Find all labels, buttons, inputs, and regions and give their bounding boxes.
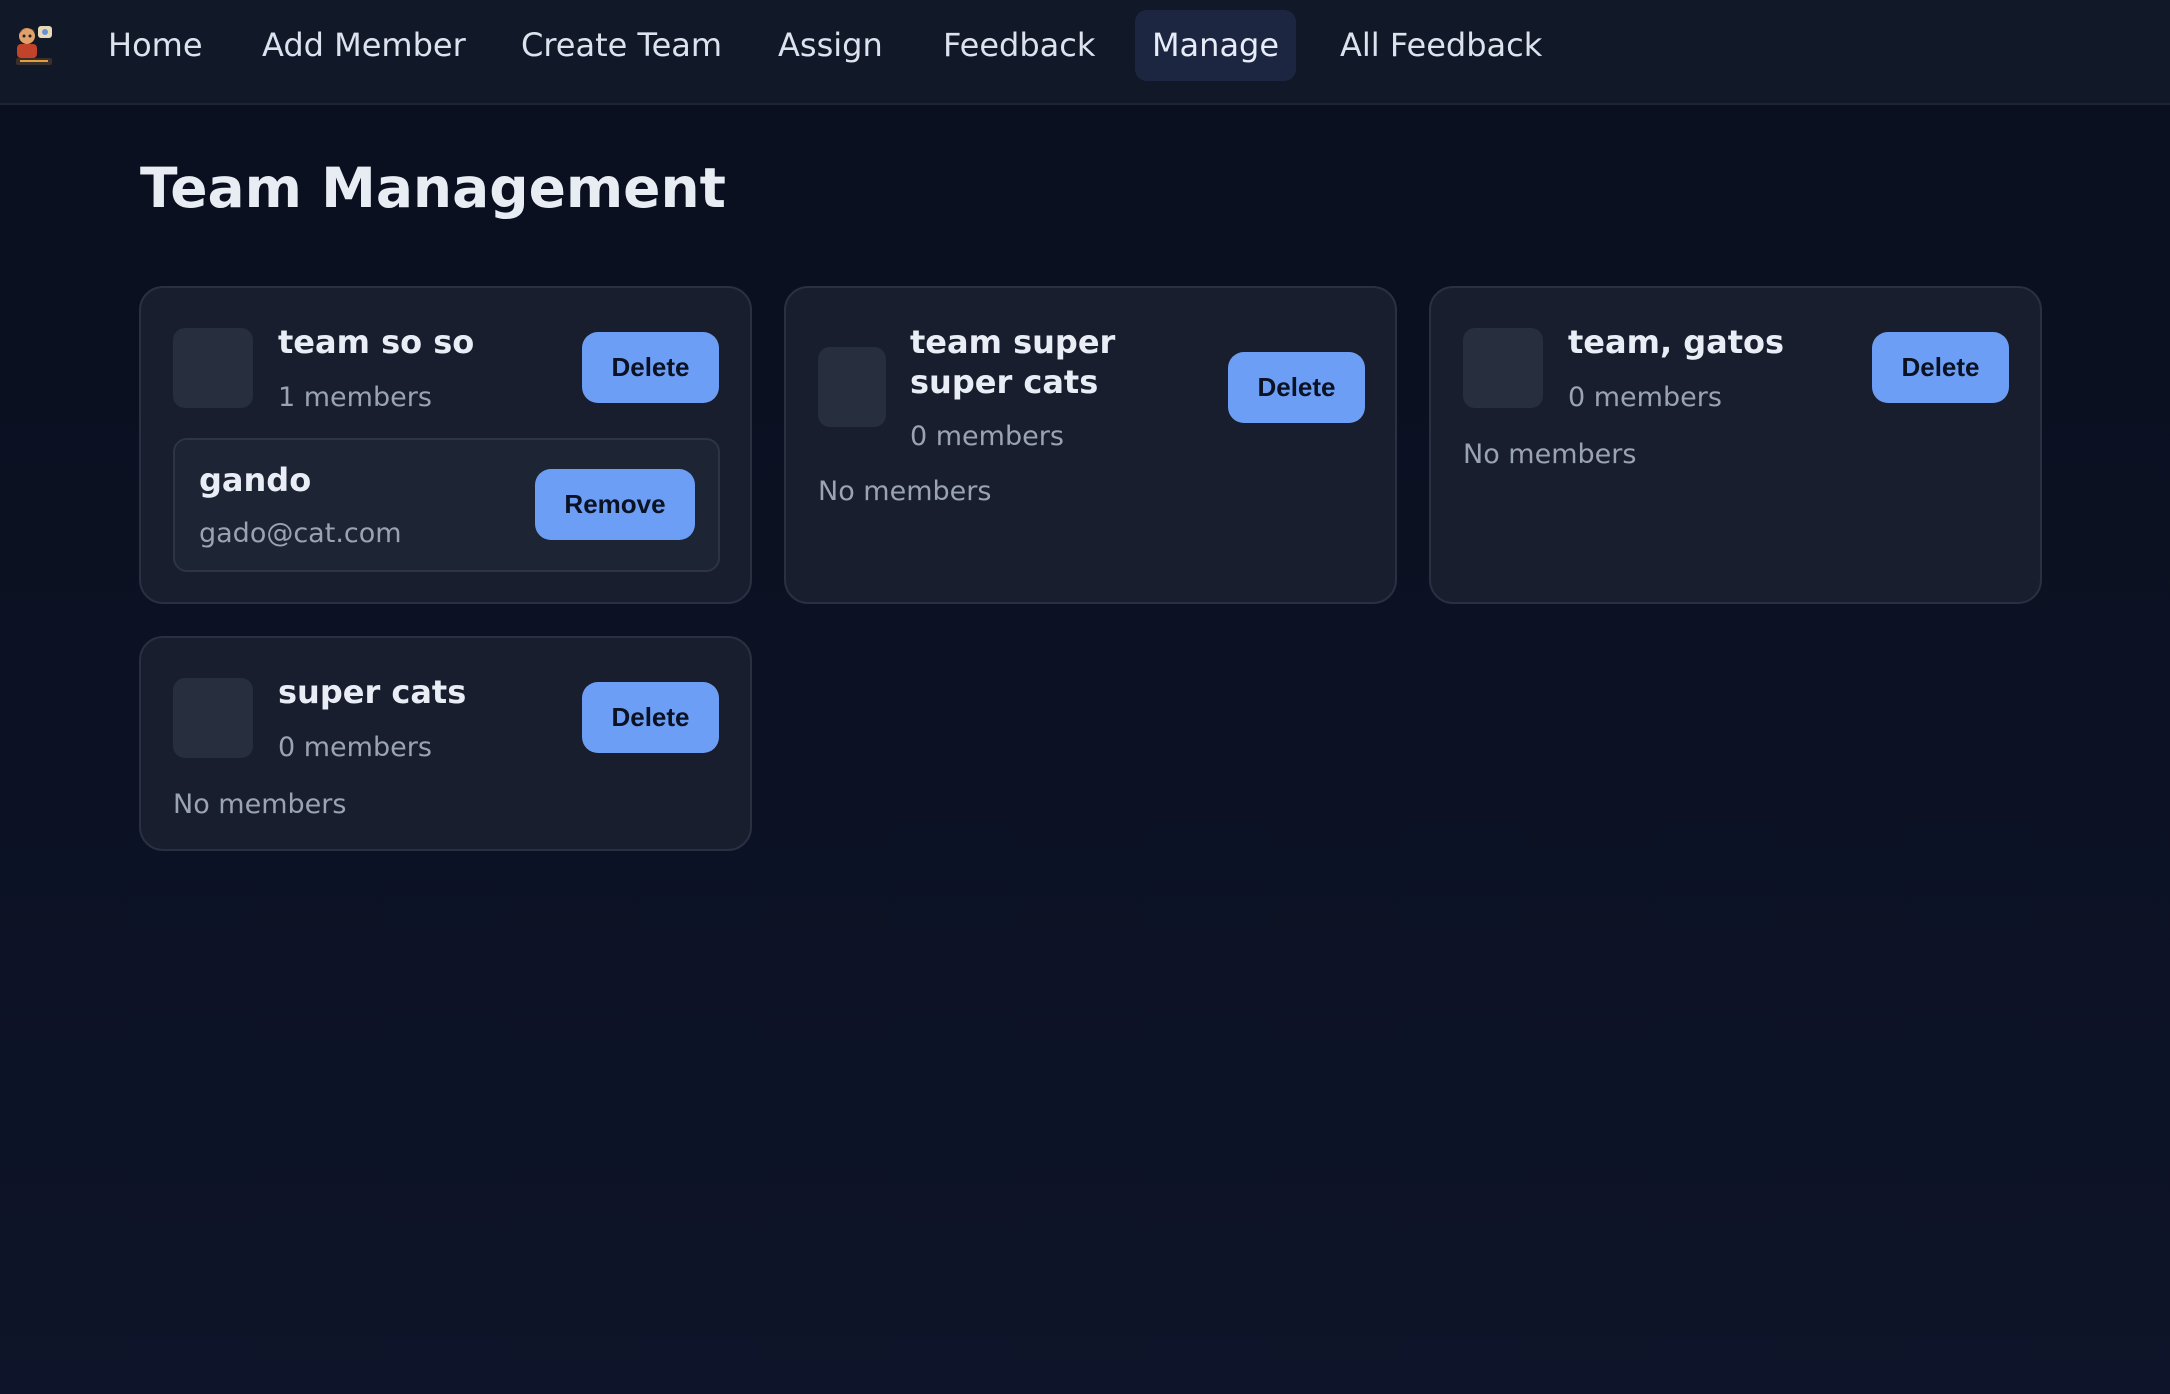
team-card: super cats 0 members Delete No members [139, 636, 752, 851]
team-member-count: 0 members [910, 421, 1064, 452]
team-avatar [173, 328, 253, 408]
nav-all-feedback[interactable]: All Feedback [1320, 10, 1562, 81]
no-members-text: No members [818, 476, 992, 507]
nav-add-member[interactable]: Add Member [242, 10, 486, 81]
top-navbar: Home Add Member Create Team Assign Feedb… [0, 0, 2170, 105]
team-name: team super super cats [910, 323, 1116, 401]
team-member-count: 0 members [278, 732, 432, 763]
team-name: team so so [278, 323, 475, 361]
no-members-text: No members [173, 789, 347, 820]
team-avatar [173, 678, 253, 758]
delete-team-button[interactable]: Delete [1872, 332, 2009, 403]
delete-team-button[interactable]: Delete [582, 332, 719, 403]
team-avatar [1463, 328, 1543, 408]
page-title: Team Management [140, 156, 726, 220]
nav-home[interactable]: Home [88, 10, 223, 81]
team-card: team, gatos 0 members Delete No members [1429, 286, 2042, 604]
team-card: team super super cats 0 members Delete N… [784, 286, 1397, 604]
delete-team-button[interactable]: Delete [582, 682, 719, 753]
remove-member-button[interactable]: Remove [535, 469, 695, 540]
team-member-count: 0 members [1568, 382, 1722, 413]
app-logo-icon[interactable] [12, 22, 58, 68]
nav-create-team[interactable]: Create Team [501, 10, 742, 81]
team-member-count: 1 members [278, 382, 432, 413]
team-card: team so so 1 members Delete gando gado@c… [139, 286, 752, 604]
nav-assign[interactable]: Assign [758, 10, 903, 81]
team-name: super cats [278, 673, 467, 711]
member-name: gando [199, 461, 312, 499]
member-row: gando gado@cat.com Remove [173, 438, 720, 572]
delete-team-button[interactable]: Delete [1228, 352, 1365, 423]
no-members-text: No members [1463, 439, 1637, 470]
member-email: gado@cat.com [199, 518, 402, 549]
nav-manage[interactable]: Manage [1135, 10, 1296, 81]
nav-feedback[interactable]: Feedback [923, 10, 1115, 81]
team-name: team, gatos [1568, 323, 1785, 361]
team-avatar [818, 347, 886, 427]
